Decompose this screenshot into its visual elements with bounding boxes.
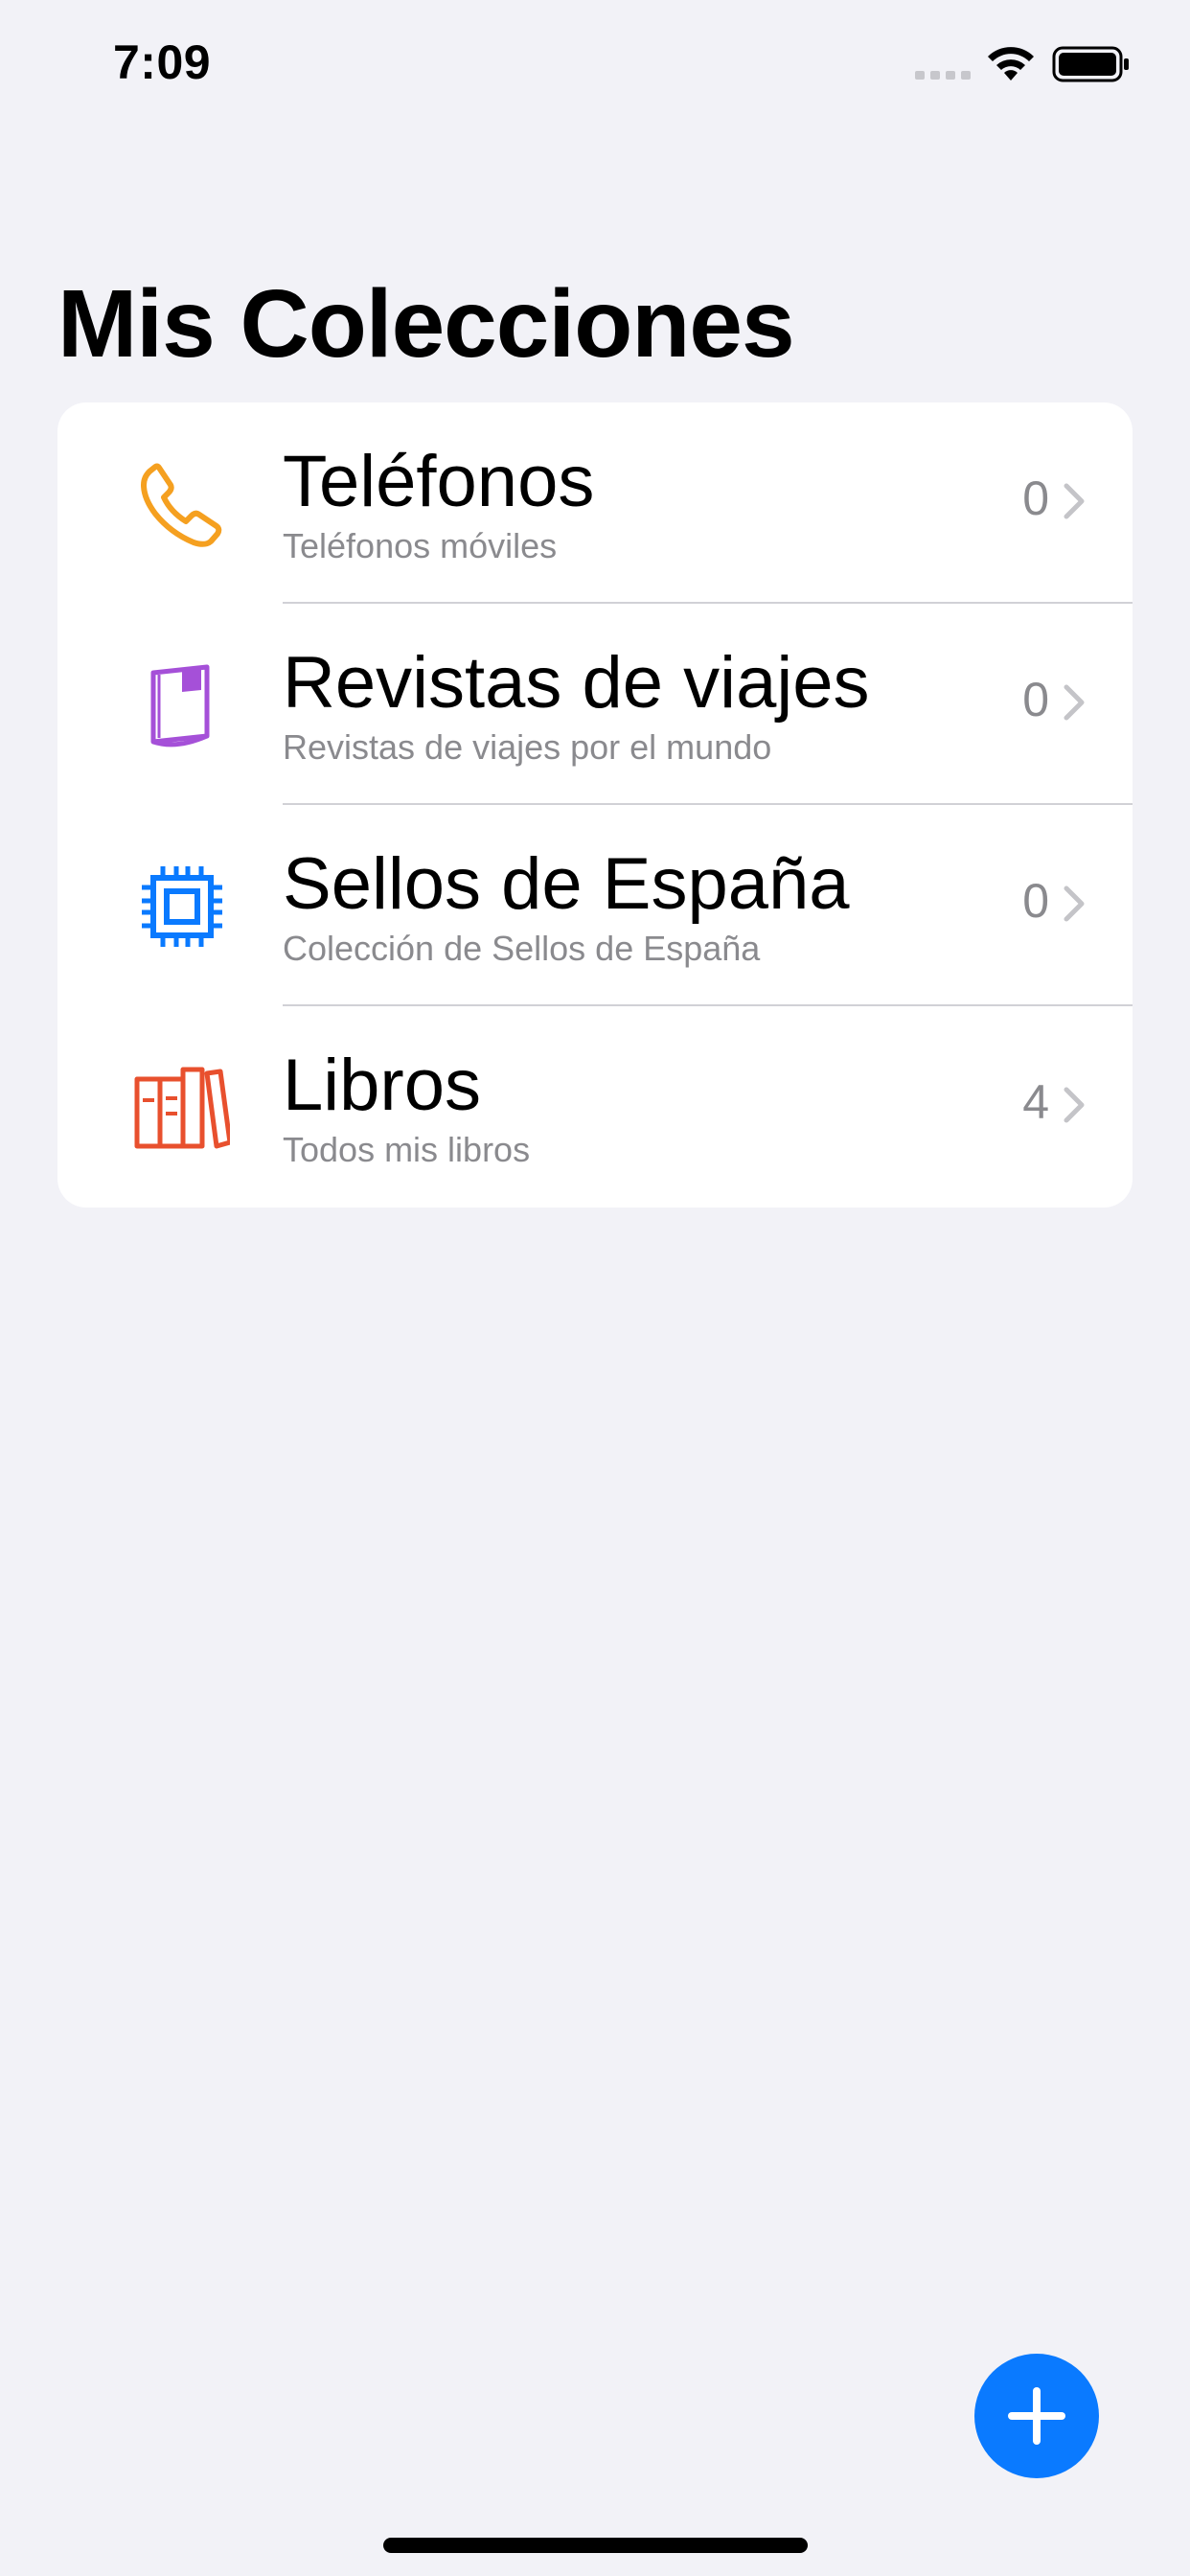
item-count: 0 — [1022, 874, 1049, 928]
row-title: Revistas de viajes — [283, 642, 870, 724]
item-count: 4 — [1022, 1075, 1049, 1129]
row-subtitle: Todos mis libros — [283, 1130, 531, 1169]
books-icon — [134, 1067, 230, 1149]
home-indicator[interactable] — [383, 2538, 808, 2553]
collection-list: Teléfonos Teléfonos móviles 0 Revistas d… — [57, 402, 1133, 1208]
signal-icon — [915, 71, 971, 80]
stamp-chip-icon — [142, 866, 222, 947]
magazine-icon — [150, 664, 210, 748]
row-subtitle: Revistas de viajes por el mundo — [283, 727, 772, 767]
item-count: 0 — [1022, 472, 1049, 525]
battery-icon — [1052, 46, 1129, 82]
chevron-right-icon — [1064, 886, 1085, 922]
add-collection-button[interactable] — [974, 2354, 1099, 2478]
row-title: Teléfonos — [283, 441, 595, 522]
wifi-icon — [988, 47, 1034, 80]
chevron-right-icon — [1064, 483, 1085, 519]
row-subtitle: Teléfonos móviles — [283, 526, 558, 565]
list-item-sellos[interactable]: Sellos de España Colección de Sellos de … — [57, 805, 1133, 1006]
item-count: 0 — [1022, 673, 1049, 726]
row-title: Libros — [283, 1045, 481, 1126]
row-title: Sellos de España — [283, 843, 850, 925]
row-subtitle: Colección de Sellos de España — [283, 929, 761, 968]
page-title: Mis Colecciones — [57, 270, 795, 378]
plus-icon — [1008, 2387, 1065, 2445]
chevron-right-icon — [1064, 1087, 1085, 1123]
list-item-libros[interactable]: Libros Todos mis libros 4 — [57, 1006, 1133, 1208]
status-bar: 7:09 — [0, 0, 1190, 126]
status-time: 7:09 — [113, 35, 212, 89]
list-item-telefonos[interactable]: Teléfonos Teléfonos móviles 0 — [57, 402, 1133, 604]
chevron-right-icon — [1064, 684, 1085, 721]
list-item-revistas[interactable]: Revistas de viajes Revistas de viajes po… — [57, 604, 1133, 805]
phone-icon — [141, 463, 222, 547]
